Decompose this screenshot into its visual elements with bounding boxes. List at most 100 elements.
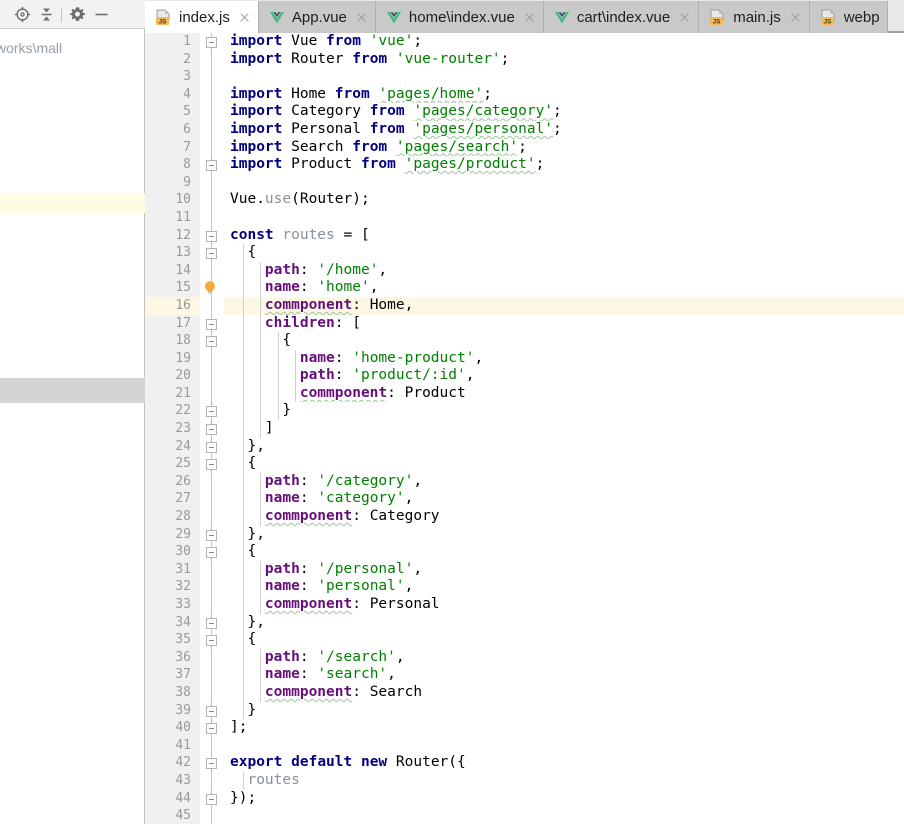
minimize-icon[interactable] — [89, 4, 113, 26]
fold-gutter-cell[interactable] — [200, 666, 224, 684]
fold-toggle-icon[interactable] — [206, 336, 217, 352]
fold-gutter-cell[interactable] — [200, 103, 224, 121]
fold-gutter-cell[interactable] — [200, 754, 224, 774]
fold-gutter-cell[interactable] — [200, 719, 224, 737]
code-line[interactable]: 1 import Vue from 'vue'; — [145, 33, 904, 52]
code-line[interactable]: 30 { — [145, 543, 904, 563]
code-line[interactable]: 14 path: '/home', — [145, 261, 904, 280]
code-line[interactable]: 12 const routes = [ — [145, 226, 904, 246]
fold-toggle-icon[interactable] — [206, 758, 217, 774]
fold-gutter-cell[interactable] — [200, 33, 224, 52]
fold-toggle-icon[interactable] — [206, 437, 217, 453]
fold-toggle-icon[interactable] — [206, 701, 217, 717]
code-line[interactable]: 43 routes — [145, 771, 904, 790]
fold-gutter-cell[interactable] — [200, 226, 224, 246]
code-line[interactable]: 16 commponent: Home, — [145, 296, 904, 315]
locate-icon[interactable] — [10, 4, 34, 26]
fold-gutter-cell[interactable] — [200, 85, 224, 104]
fold-toggle-icon[interactable] — [206, 613, 217, 629]
code-line[interactable]: 8 import Product from 'pages/product'; — [145, 156, 904, 174]
code-line[interactable]: 3 — [145, 68, 904, 86]
code-line[interactable]: 11 — [145, 208, 904, 227]
fold-gutter-cell[interactable] — [200, 596, 224, 614]
fold-gutter-cell[interactable] — [200, 402, 224, 421]
editor-tab-close-icon[interactable] — [523, 11, 536, 24]
editor-tab-close-icon[interactable] — [355, 11, 368, 24]
fold-gutter-cell[interactable] — [200, 472, 224, 491]
code-line[interactable]: 40]; — [145, 719, 904, 737]
fold-gutter-cell[interactable] — [200, 367, 224, 385]
fold-toggle-icon[interactable] — [206, 230, 217, 246]
fold-gutter-cell[interactable] — [200, 50, 224, 69]
code-line[interactable]: 32 name: 'personal', — [145, 578, 904, 596]
code-editor[interactable]: 1 import Vue from 'vue'; 2 import Router fr… — [145, 33, 904, 824]
code-line[interactable]: 26 path: '/category', — [145, 472, 904, 491]
code-line[interactable]: 28 commponent: Category — [145, 508, 904, 526]
fold-gutter-cell[interactable] — [200, 138, 224, 157]
editor-tab-home-index-vue[interactable]: home\index.vue — [375, 1, 544, 33]
code-line[interactable]: 6 import Personal from 'pages/personal'; — [145, 120, 904, 139]
code-line[interactable]: 17 children: [ — [145, 314, 904, 334]
fold-gutter-cell[interactable] — [200, 384, 224, 403]
editor-tab-app-vue[interactable]: App.vue — [258, 1, 376, 33]
fold-gutter-cell[interactable] — [200, 437, 224, 456]
fold-gutter-cell[interactable] — [200, 736, 224, 755]
code-line[interactable]: 29 }, — [145, 525, 904, 544]
code-line[interactable]: 37 name: 'search', — [145, 666, 904, 684]
code-line[interactable]: 45 — [145, 807, 904, 824]
fold-toggle-icon[interactable] — [206, 789, 217, 805]
fold-gutter-cell[interactable] — [200, 349, 224, 368]
fold-gutter-cell[interactable] — [200, 173, 224, 192]
fold-gutter-cell[interactable] — [200, 508, 224, 526]
fold-gutter-cell[interactable] — [200, 296, 224, 315]
code-line[interactable]: 27 name: 'category', — [145, 490, 904, 509]
fold-toggle-icon[interactable] — [206, 635, 217, 651]
code-line[interactable]: 25 { — [145, 455, 904, 475]
fold-gutter-cell[interactable] — [200, 789, 224, 808]
fold-toggle-icon[interactable] — [206, 37, 217, 52]
editor-tab-close-icon[interactable] — [789, 11, 802, 24]
editor-tab-webp[interactable]: JS webp — [809, 1, 888, 33]
fold-gutter-cell[interactable] — [200, 701, 224, 720]
fold-gutter-cell[interactable] — [200, 631, 224, 651]
fold-gutter-cell[interactable] — [200, 490, 224, 509]
fold-gutter-cell[interactable] — [200, 807, 224, 824]
fold-toggle-icon[interactable] — [206, 719, 217, 735]
code-line[interactable]: 23 ] — [145, 420, 904, 438]
code-line[interactable]: 20 path: 'product/:id', — [145, 367, 904, 385]
fold-toggle-icon[interactable] — [206, 420, 217, 436]
editor-tab-close-icon[interactable] — [678, 11, 691, 24]
fold-gutter-cell[interactable] — [200, 191, 224, 209]
code-line[interactable]: 21 commponent: Product — [145, 384, 904, 403]
code-line[interactable]: 38 commponent: Search — [145, 683, 904, 702]
gear-icon[interactable] — [65, 4, 89, 26]
code-line[interactable]: 10 Vue.use(Router); — [145, 191, 904, 209]
code-line[interactable]: 13 { — [145, 244, 904, 264]
fold-gutter-cell[interactable] — [200, 771, 224, 790]
code-line[interactable]: 35 { — [145, 631, 904, 651]
fold-toggle-icon[interactable] — [206, 459, 217, 475]
fold-toggle-icon[interactable] — [206, 525, 217, 541]
fold-gutter-cell[interactable] — [200, 525, 224, 544]
fold-gutter-cell[interactable] — [200, 208, 224, 227]
editor-tab-main-js[interactable]: JS main.js — [699, 1, 810, 33]
fold-gutter-cell[interactable] — [200, 120, 224, 139]
code-line[interactable]: 36 path: '/search', — [145, 648, 904, 667]
code-line[interactable]: 41 — [145, 736, 904, 755]
code-line[interactable]: 34 }, — [145, 613, 904, 632]
fold-gutter-cell[interactable] — [200, 613, 224, 632]
collapse-all-icon[interactable] — [34, 4, 58, 26]
fold-gutter-cell[interactable] — [200, 455, 224, 475]
fold-gutter-cell[interactable] — [200, 156, 224, 174]
fold-gutter-cell[interactable] — [200, 578, 224, 596]
editor-tab-close-icon[interactable] — [238, 11, 251, 24]
fold-gutter-cell[interactable] — [200, 648, 224, 667]
code-line[interactable]: 5 import Category from 'pages/category'; — [145, 103, 904, 121]
fold-gutter-cell[interactable] — [200, 560, 224, 579]
code-line[interactable]: 4 import Home from 'pages/home'; — [145, 85, 904, 104]
code-line[interactable]: 7 import Search from 'pages/search'; — [145, 138, 904, 157]
code-line[interactable]: 31 path: '/personal', — [145, 560, 904, 579]
code-line[interactable]: 39 } — [145, 701, 904, 720]
code-line[interactable]: 22 } — [145, 402, 904, 421]
code-line[interactable]: 2 import Router from 'vue-router'; — [145, 50, 904, 69]
